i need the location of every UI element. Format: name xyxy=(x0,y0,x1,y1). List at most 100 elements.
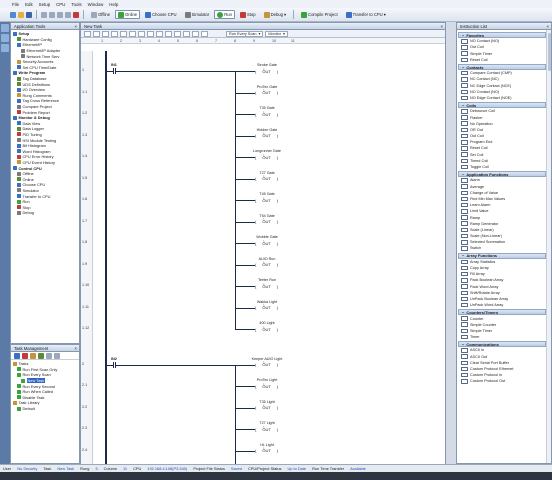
column-number: 2 xyxy=(120,38,122,43)
close-icon[interactable]: × xyxy=(547,24,549,29)
scan-mode-select[interactable]: Run Every Scan ▾ xyxy=(226,30,264,37)
rung-wire xyxy=(105,364,113,366)
coil-paren: ) xyxy=(276,240,279,246)
close-icon[interactable]: × xyxy=(441,24,443,29)
copy-icon[interactable] xyxy=(49,11,55,18)
stop-button[interactable]: Stop xyxy=(237,10,259,19)
menu-file[interactable]: File xyxy=(12,2,19,7)
menu-help[interactable]: Help xyxy=(109,2,118,7)
run-button[interactable]: Run xyxy=(214,10,235,19)
out-coil[interactable]: (OUT) xyxy=(255,305,278,310)
ladder-tool-button[interactable] xyxy=(102,30,109,37)
delete-task-icon[interactable] xyxy=(22,353,28,359)
out-coil[interactable]: (OUT) xyxy=(255,90,278,95)
instruction-item[interactable]: Switch xyxy=(458,245,546,251)
instruction-icon xyxy=(461,278,468,283)
choose-cpu-button[interactable]: Choose CPU xyxy=(142,10,179,19)
ladder-tool-button[interactable] xyxy=(165,30,172,37)
out-coil[interactable]: (OUT) xyxy=(255,219,278,224)
paste-icon[interactable] xyxy=(57,11,63,18)
debug-icon xyxy=(263,11,270,18)
add-task-icon[interactable] xyxy=(14,353,20,359)
ladder-canvas[interactable]: 1 1.1 1.2 1.3 1.4 1.5 1.6 1.7 1.8 1.9 1.10 1.11 1.12… xyxy=(81,51,445,464)
cut-icon[interactable] xyxy=(41,11,47,18)
out-coil[interactable]: (OUT) xyxy=(255,155,278,160)
edit-task-icon[interactable] xyxy=(30,353,36,359)
close-icon[interactable]: × xyxy=(75,24,77,29)
coil-paren: ( xyxy=(255,362,257,367)
ladder-tool-button[interactable] xyxy=(138,30,145,37)
chevron-down-icon: ▾ xyxy=(383,12,386,17)
help-icon[interactable] xyxy=(73,11,79,18)
menu-cpu[interactable]: CPU xyxy=(56,2,65,7)
instruction-icon xyxy=(461,178,468,183)
out-coil[interactable]: (OUT) xyxy=(255,198,278,203)
monitor-select[interactable]: Monitor ▾ xyxy=(265,30,288,37)
menu-edit[interactable]: Edit xyxy=(25,2,33,7)
out-coil[interactable]: (OUT) xyxy=(255,69,278,74)
open-folder-icon[interactable] xyxy=(18,11,24,18)
ladder-tool-button[interactable] xyxy=(93,30,100,37)
instruction-icon xyxy=(461,296,468,302)
menu-setup[interactable]: Setup xyxy=(39,2,50,7)
move-up-icon[interactable] xyxy=(46,353,52,359)
nav-item-icon xyxy=(17,82,21,87)
ladder-tool-button[interactable] xyxy=(183,30,190,37)
out-coil[interactable]: (OUT) xyxy=(255,112,278,117)
out-coil[interactable]: (OUT) xyxy=(255,384,278,389)
undo-icon[interactable] xyxy=(65,11,71,18)
instruction-item[interactable]: Reset Coil xyxy=(458,57,546,63)
instruction-item[interactable]: Timer xyxy=(458,334,546,340)
out-coil[interactable]: (OUT) xyxy=(255,133,278,138)
new-project-icon[interactable] xyxy=(10,11,16,18)
debug-button[interactable]: Debug ▾ xyxy=(261,10,289,19)
task-properties-icon[interactable] xyxy=(38,353,44,359)
ladder-tool-button[interactable] xyxy=(201,30,208,37)
simulator-icon xyxy=(184,11,191,18)
out-coil[interactable]: (OUT) xyxy=(255,427,278,432)
online-button[interactable]: Online xyxy=(115,10,141,19)
instruction-icon xyxy=(461,202,468,208)
ladder-tool-button[interactable] xyxy=(129,30,136,37)
move-down-icon[interactable] xyxy=(54,353,60,359)
instruction-item[interactable]: Toggle Coil xyxy=(458,164,546,170)
menu-window[interactable]: Window xyxy=(88,2,104,7)
branch-wire xyxy=(235,407,255,409)
menu-tools[interactable]: Tools xyxy=(71,2,81,7)
compile-icon xyxy=(301,11,308,18)
instruction-item[interactable]: UnPack Word Array xyxy=(458,302,546,308)
coil-paren: ) xyxy=(276,305,279,310)
ladder-tool-button[interactable] xyxy=(192,30,199,37)
ladder-tool-button[interactable] xyxy=(174,30,181,37)
out-coil[interactable]: (OUT) xyxy=(255,241,278,246)
task-item[interactable]: Default xyxy=(13,406,77,412)
out-coil[interactable]: (OUT) xyxy=(255,405,278,410)
out-coil[interactable]: (OUT) xyxy=(255,362,278,367)
nav-item[interactable]: Debug xyxy=(13,210,77,216)
out-coil[interactable]: (OUT) xyxy=(255,262,278,267)
out-coil[interactable]: (OUT) xyxy=(255,448,278,453)
task-icon xyxy=(13,400,17,405)
ladder-tool-button[interactable] xyxy=(120,30,127,37)
coil-paren: ( xyxy=(255,240,257,246)
simulator-button[interactable]: Simulator xyxy=(182,10,213,19)
save-icon[interactable] xyxy=(26,11,32,18)
ladder-tool-button[interactable] xyxy=(147,30,154,37)
ladder-tool-button[interactable] xyxy=(156,30,163,37)
instruction-item[interactable]: NO Edge Contact (NOE) xyxy=(458,95,546,101)
transfer-button[interactable]: Transfer to CPU ▾ xyxy=(343,10,389,19)
ladder-tab[interactable]: New Task × xyxy=(81,23,445,30)
vertical-scrollbar[interactable] xyxy=(546,30,551,463)
out-coil[interactable]: (OUT) xyxy=(255,176,278,181)
instruction-item[interactable]: Custom Protocol Out xyxy=(458,378,546,384)
offline-button[interactable]: Offline xyxy=(88,10,113,19)
coil-paren: ) xyxy=(276,133,279,138)
scrollbar-thumb[interactable] xyxy=(548,33,551,71)
nav-item-label: Control CPU xyxy=(18,165,42,171)
compile-button[interactable]: Compile Project xyxy=(298,10,341,19)
out-coil[interactable]: (OUT) xyxy=(255,327,278,332)
ladder-tool-button[interactable] xyxy=(84,30,91,37)
out-coil[interactable]: (OUT) xyxy=(255,284,278,289)
close-icon[interactable]: × xyxy=(75,346,77,351)
ladder-tool-button[interactable] xyxy=(111,30,118,37)
